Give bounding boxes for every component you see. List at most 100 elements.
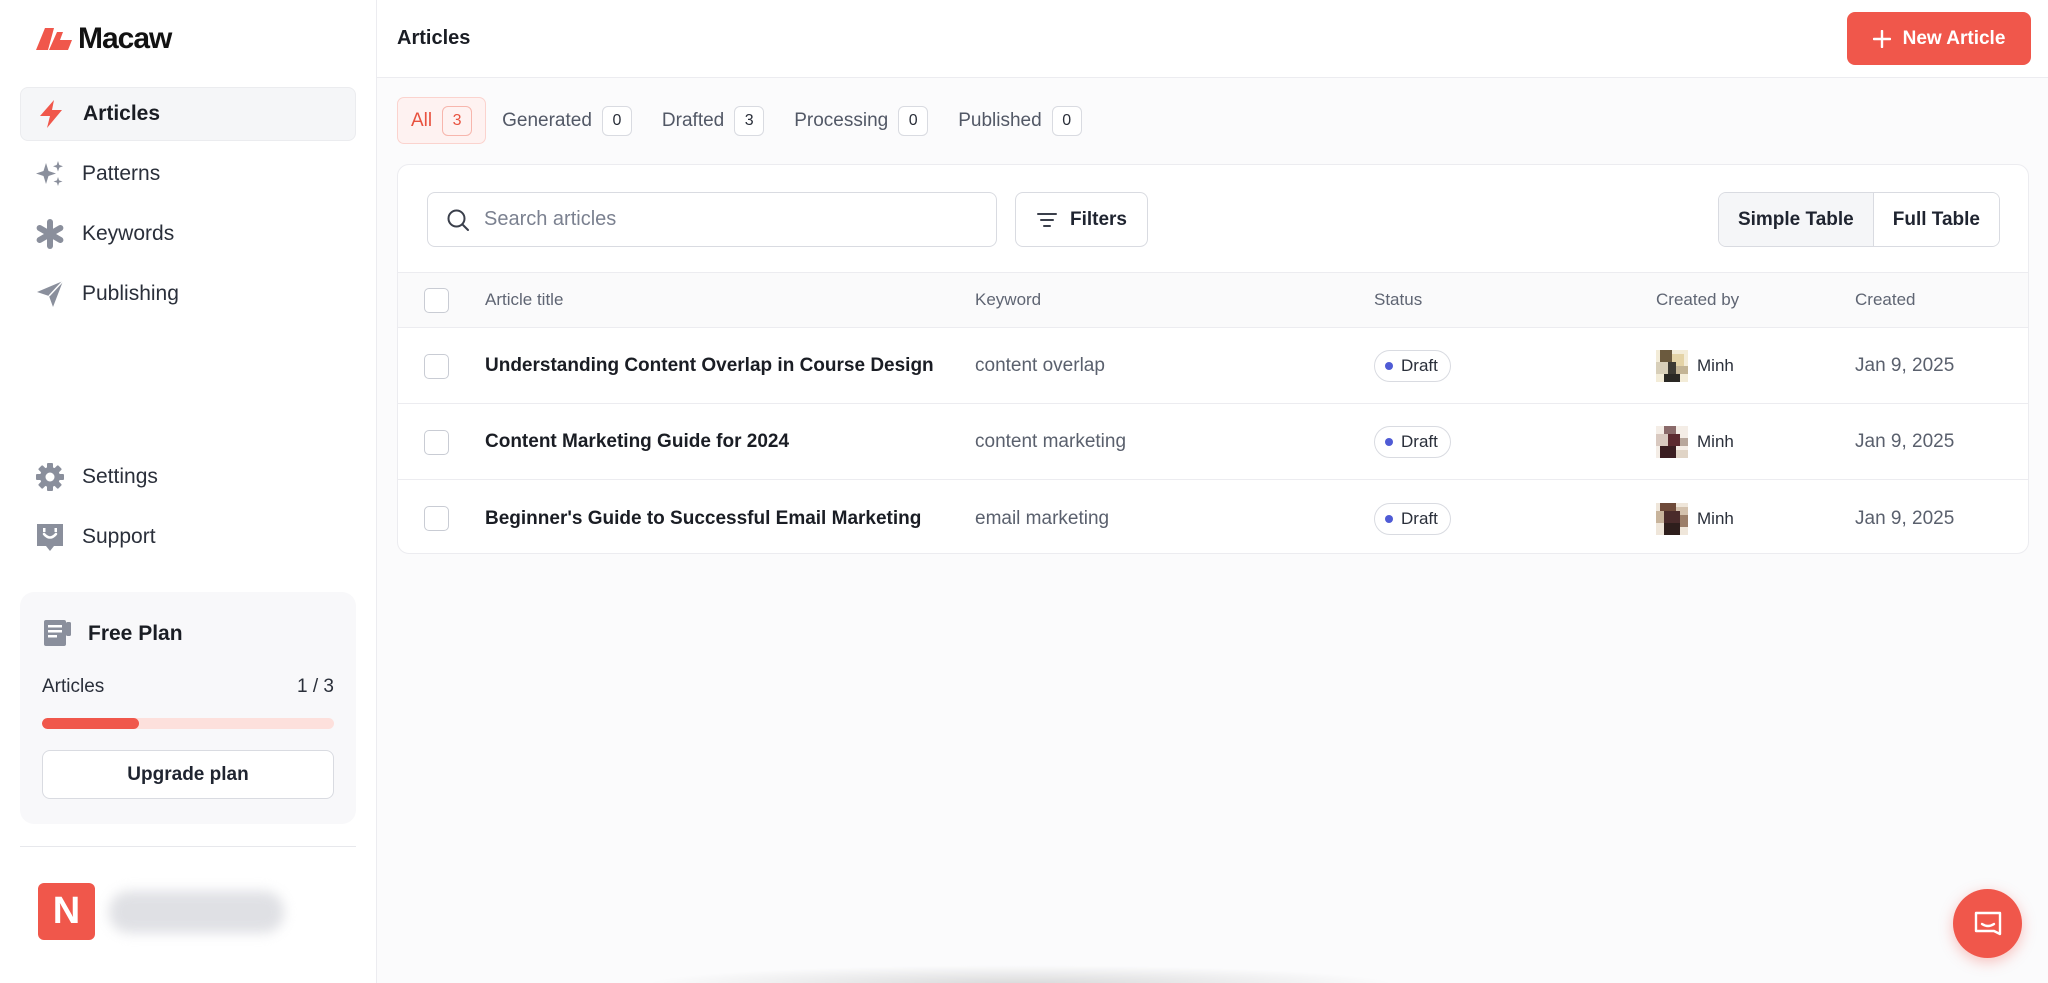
row-checkbox-cell	[424, 329, 449, 403]
article-title[interactable]: Understanding Content Overlap in Course …	[485, 329, 934, 403]
table-row[interactable]: Beginner's Guide to Successful Email Mar…	[398, 481, 2028, 553]
plan-usage-bar-fill	[42, 718, 140, 729]
plan-title: Free Plan	[88, 622, 183, 645]
table-header: Article title Keyword Status Created by …	[398, 272, 2028, 328]
sidebar-item-label: Keywords	[82, 222, 175, 245]
plan-usage-value: 1 / 3	[297, 676, 334, 697]
created-date: Jan 9, 2025	[1855, 431, 1955, 452]
status-badge: Draft	[1374, 350, 1451, 382]
plan-usage-label: Articles	[42, 676, 105, 697]
new-article-button[interactable]: New Article	[1847, 12, 2031, 65]
header-checkbox-cell	[424, 273, 449, 327]
upgrade-plan-button[interactable]: Upgrade plan	[42, 750, 334, 799]
column-header-created[interactable]: Created	[1855, 273, 1915, 327]
status-dot-icon	[1385, 514, 1393, 523]
view-toggle: Simple Table Full Table	[1717, 192, 2000, 247]
filters-button[interactable]: Filters	[1015, 192, 1148, 247]
row-checkbox-cell	[424, 481, 449, 553]
sidebar-item-patterns[interactable]: Patterns	[20, 147, 356, 201]
status-label: Draft	[1401, 356, 1438, 375]
status-tabs: All 3 Generated 0 Drafted 3 Processing 0…	[397, 97, 1096, 144]
sidebar-item-publishing[interactable]: Publishing	[20, 267, 356, 321]
sparkles-icon	[34, 158, 66, 190]
article-title[interactable]: Content Marketing Guide for 2024	[485, 405, 789, 479]
article-keyword: content overlap	[975, 355, 1105, 376]
articles-table-card: Filters Simple Table Full Table Article …	[397, 164, 2029, 554]
tab-all[interactable]: All 3	[397, 97, 487, 144]
gear-icon	[34, 461, 66, 493]
primary-nav: Articles Patterns Keywords Publishing	[20, 87, 356, 327]
creator-cell: Minh	[1656, 405, 1734, 479]
support-icon	[34, 521, 66, 553]
app-logo[interactable]: Macaw	[36, 22, 172, 56]
status-dot-icon	[1385, 438, 1393, 446]
plan-card: Free Plan Articles 1 / 3 Upgrade plan	[20, 592, 356, 824]
sidebar-item-settings[interactable]: Settings	[20, 450, 356, 504]
table-row[interactable]: Understanding Content Overlap in Course …	[398, 329, 2028, 404]
column-header-created-by[interactable]: Created by	[1656, 273, 1739, 327]
sidebar-item-label: Publishing	[82, 282, 179, 305]
chat-launcher-button[interactable]	[1953, 889, 2022, 958]
lightning-icon	[35, 98, 67, 130]
tab-label: All	[411, 109, 433, 131]
tab-count: 0	[898, 105, 929, 136]
column-header-status[interactable]: Status	[1374, 273, 1422, 327]
search-box[interactable]	[427, 192, 997, 247]
search-input[interactable]	[484, 208, 964, 231]
secondary-nav: Settings Support	[20, 450, 356, 570]
row-checkbox[interactable]	[424, 429, 449, 455]
tab-processing[interactable]: Processing 0	[780, 97, 942, 144]
plan-document-icon	[44, 620, 71, 646]
creator-name: Minh	[1697, 432, 1734, 451]
status-label: Draft	[1401, 508, 1438, 528]
tab-published[interactable]: Published 0	[944, 97, 1095, 144]
status-cell: Draft	[1374, 329, 1451, 403]
tab-label: Processing	[794, 109, 889, 131]
filters-label: Filters	[1069, 208, 1128, 230]
sidebar: Macaw Articles Patterns Keywords Publish…	[0, 0, 377, 983]
row-checkbox[interactable]	[424, 506, 449, 531]
article-keyword: email marketing	[975, 507, 1110, 529]
plan-usage-bar	[42, 718, 334, 729]
created-date: Jan 9, 2025	[1855, 355, 1955, 376]
simple-table-button[interactable]: Simple Table	[1718, 193, 1873, 246]
row-checkbox-cell	[424, 405, 449, 479]
creator-avatar	[1656, 502, 1688, 535]
new-article-label: New Article	[1902, 27, 2006, 49]
full-table-button[interactable]: Full Table	[1872, 193, 1999, 246]
tab-count: 3	[734, 105, 765, 136]
sidebar-item-support[interactable]: Support	[20, 510, 356, 564]
tab-generated[interactable]: Generated 0	[488, 97, 646, 144]
send-icon	[34, 278, 66, 310]
tab-count: 0	[1051, 105, 1082, 136]
sidebar-item-label: Settings	[82, 465, 158, 488]
user-profile[interactable]: N	[38, 883, 284, 940]
sidebar-item-label: Support	[82, 525, 156, 548]
table-row[interactable]: Content Marketing Guide for 2024 content…	[398, 405, 2028, 480]
row-checkbox[interactable]	[424, 353, 449, 379]
select-all-checkbox[interactable]	[424, 287, 449, 313]
column-header-keyword[interactable]: Keyword	[975, 273, 1041, 327]
app-name: Macaw	[78, 22, 172, 55]
sidebar-item-label: Articles	[83, 102, 161, 125]
article-title[interactable]: Beginner's Guide to Successful Email Mar…	[485, 481, 921, 553]
tab-label: Generated	[502, 109, 592, 131]
macaw-logo-icon	[36, 28, 72, 50]
creator-avatar	[1656, 426, 1688, 458]
column-header-title[interactable]: Article title	[485, 273, 563, 327]
creator-cell: Minh	[1656, 481, 1734, 553]
plus-icon	[1872, 29, 1891, 48]
sidebar-item-keywords[interactable]: Keywords	[20, 207, 356, 261]
created-date: Jan 9, 2025	[1855, 507, 1955, 529]
creator-name: Minh	[1697, 508, 1734, 528]
sidebar-item-articles[interactable]: Articles	[20, 87, 356, 141]
status-badge: Draft	[1374, 502, 1451, 535]
tab-count: 0	[601, 105, 632, 136]
sidebar-item-label: Patterns	[82, 162, 161, 185]
search-icon	[447, 209, 469, 231]
creator-cell: Minh	[1656, 329, 1734, 403]
plan-header: Free Plan	[42, 618, 183, 650]
chat-icon	[1974, 911, 2001, 935]
tab-drafted[interactable]: Drafted 3	[648, 97, 778, 144]
article-keyword: content marketing	[975, 431, 1127, 452]
